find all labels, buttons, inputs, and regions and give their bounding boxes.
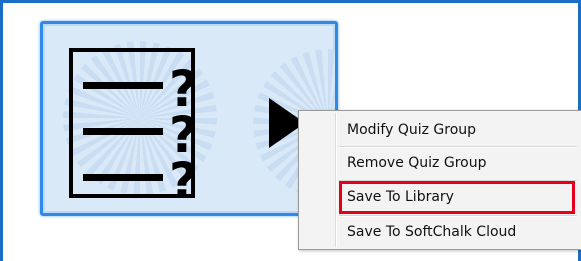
menu-item-remove-quiz-group[interactable]: Remove Quiz Group: [339, 148, 571, 178]
svg-text:?: ?: [169, 152, 198, 198]
quiz-group-icon: ? ? ?: [69, 48, 198, 198]
menu-gutter: [335, 113, 337, 247]
menu-item-save-to-softchalk-cloud[interactable]: Save To SoftChalk Cloud: [339, 217, 571, 247]
highlight-annotation-box: [339, 181, 575, 214]
quiz-group-button[interactable]: ? ? ?: [40, 21, 338, 216]
context-menu: Modify Quiz Group Remove Quiz Group Save…: [298, 110, 581, 250]
menu-item-modify-quiz-group[interactable]: Modify Quiz Group: [339, 115, 571, 145]
window-frame: ? ? ? Modify Quiz Group Remove Quiz Grou…: [0, 0, 581, 261]
